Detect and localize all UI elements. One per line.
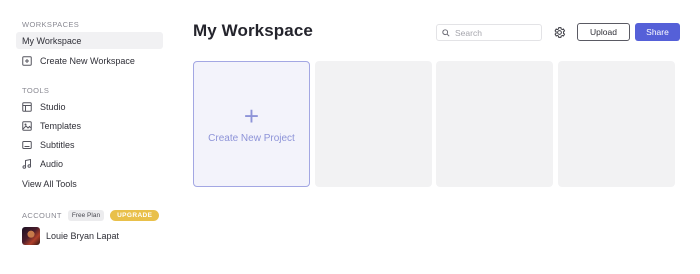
layout-icon: [22, 101, 32, 112]
plus-square-icon: [22, 55, 32, 66]
user-profile[interactable]: Louie Bryan Lapat: [22, 227, 119, 245]
sidebar-item-label: Audio: [40, 158, 64, 169]
create-new-project-card[interactable]: + Create New Project: [193, 61, 310, 187]
search-icon: [442, 28, 450, 37]
project-placeholder-card: [436, 61, 553, 187]
sidebar: WORKSPACES My Workspace Create New Works…: [0, 0, 170, 274]
plus-icon: +: [243, 100, 260, 131]
main-content: My Workspace Upload Share + Create New P…: [170, 0, 700, 274]
image-icon: [22, 120, 32, 131]
tools-section-label: TOOLS: [22, 86, 50, 95]
sidebar-item-templates[interactable]: Templates: [16, 117, 163, 134]
sidebar-item-my-workspace[interactable]: My Workspace: [16, 32, 163, 49]
project-placeholder-card: [315, 61, 432, 187]
create-new-project-label: Create New Project: [208, 132, 295, 144]
page-title: My Workspace: [193, 21, 313, 40]
share-button[interactable]: Share: [635, 23, 680, 41]
search-input[interactable]: [455, 27, 541, 38]
subtitles-icon: [22, 140, 32, 150]
upload-button[interactable]: Upload: [577, 23, 630, 41]
music-note-icon: [22, 158, 32, 169]
sidebar-item-label: Studio: [40, 101, 66, 112]
sidebar-item-create-new-workspace[interactable]: Create New Workspace: [16, 52, 163, 69]
project-placeholder-card: [558, 61, 675, 187]
workspaces-section-label: WORKSPACES: [22, 20, 80, 29]
avatar: [22, 227, 40, 245]
view-all-tools-label: View All Tools: [22, 178, 77, 189]
account-section-label: ACCOUNT: [22, 210, 62, 220]
sidebar-item-subtitles[interactable]: Subtitles: [16, 136, 163, 153]
search-box[interactable]: [436, 24, 542, 41]
user-name: Louie Bryan Lapat: [46, 231, 120, 241]
sidebar-item-studio[interactable]: Studio: [16, 98, 163, 115]
upgrade-badge[interactable]: UPGRADE: [110, 209, 160, 221]
plan-badge: Free Plan: [67, 209, 105, 221]
settings-gear-icon[interactable]: [552, 25, 566, 39]
sidebar-item-label: My Workspace: [22, 35, 82, 46]
sidebar-item-label: Subtitles: [40, 139, 75, 150]
sidebar-item-label: Templates: [40, 120, 82, 131]
sidebar-item-label: Create New Workspace: [40, 55, 135, 66]
account-row: ACCOUNT Free Plan UPGRADE: [22, 209, 160, 221]
view-all-tools-link[interactable]: View All Tools: [16, 175, 163, 192]
sidebar-item-audio[interactable]: Audio: [16, 155, 163, 172]
